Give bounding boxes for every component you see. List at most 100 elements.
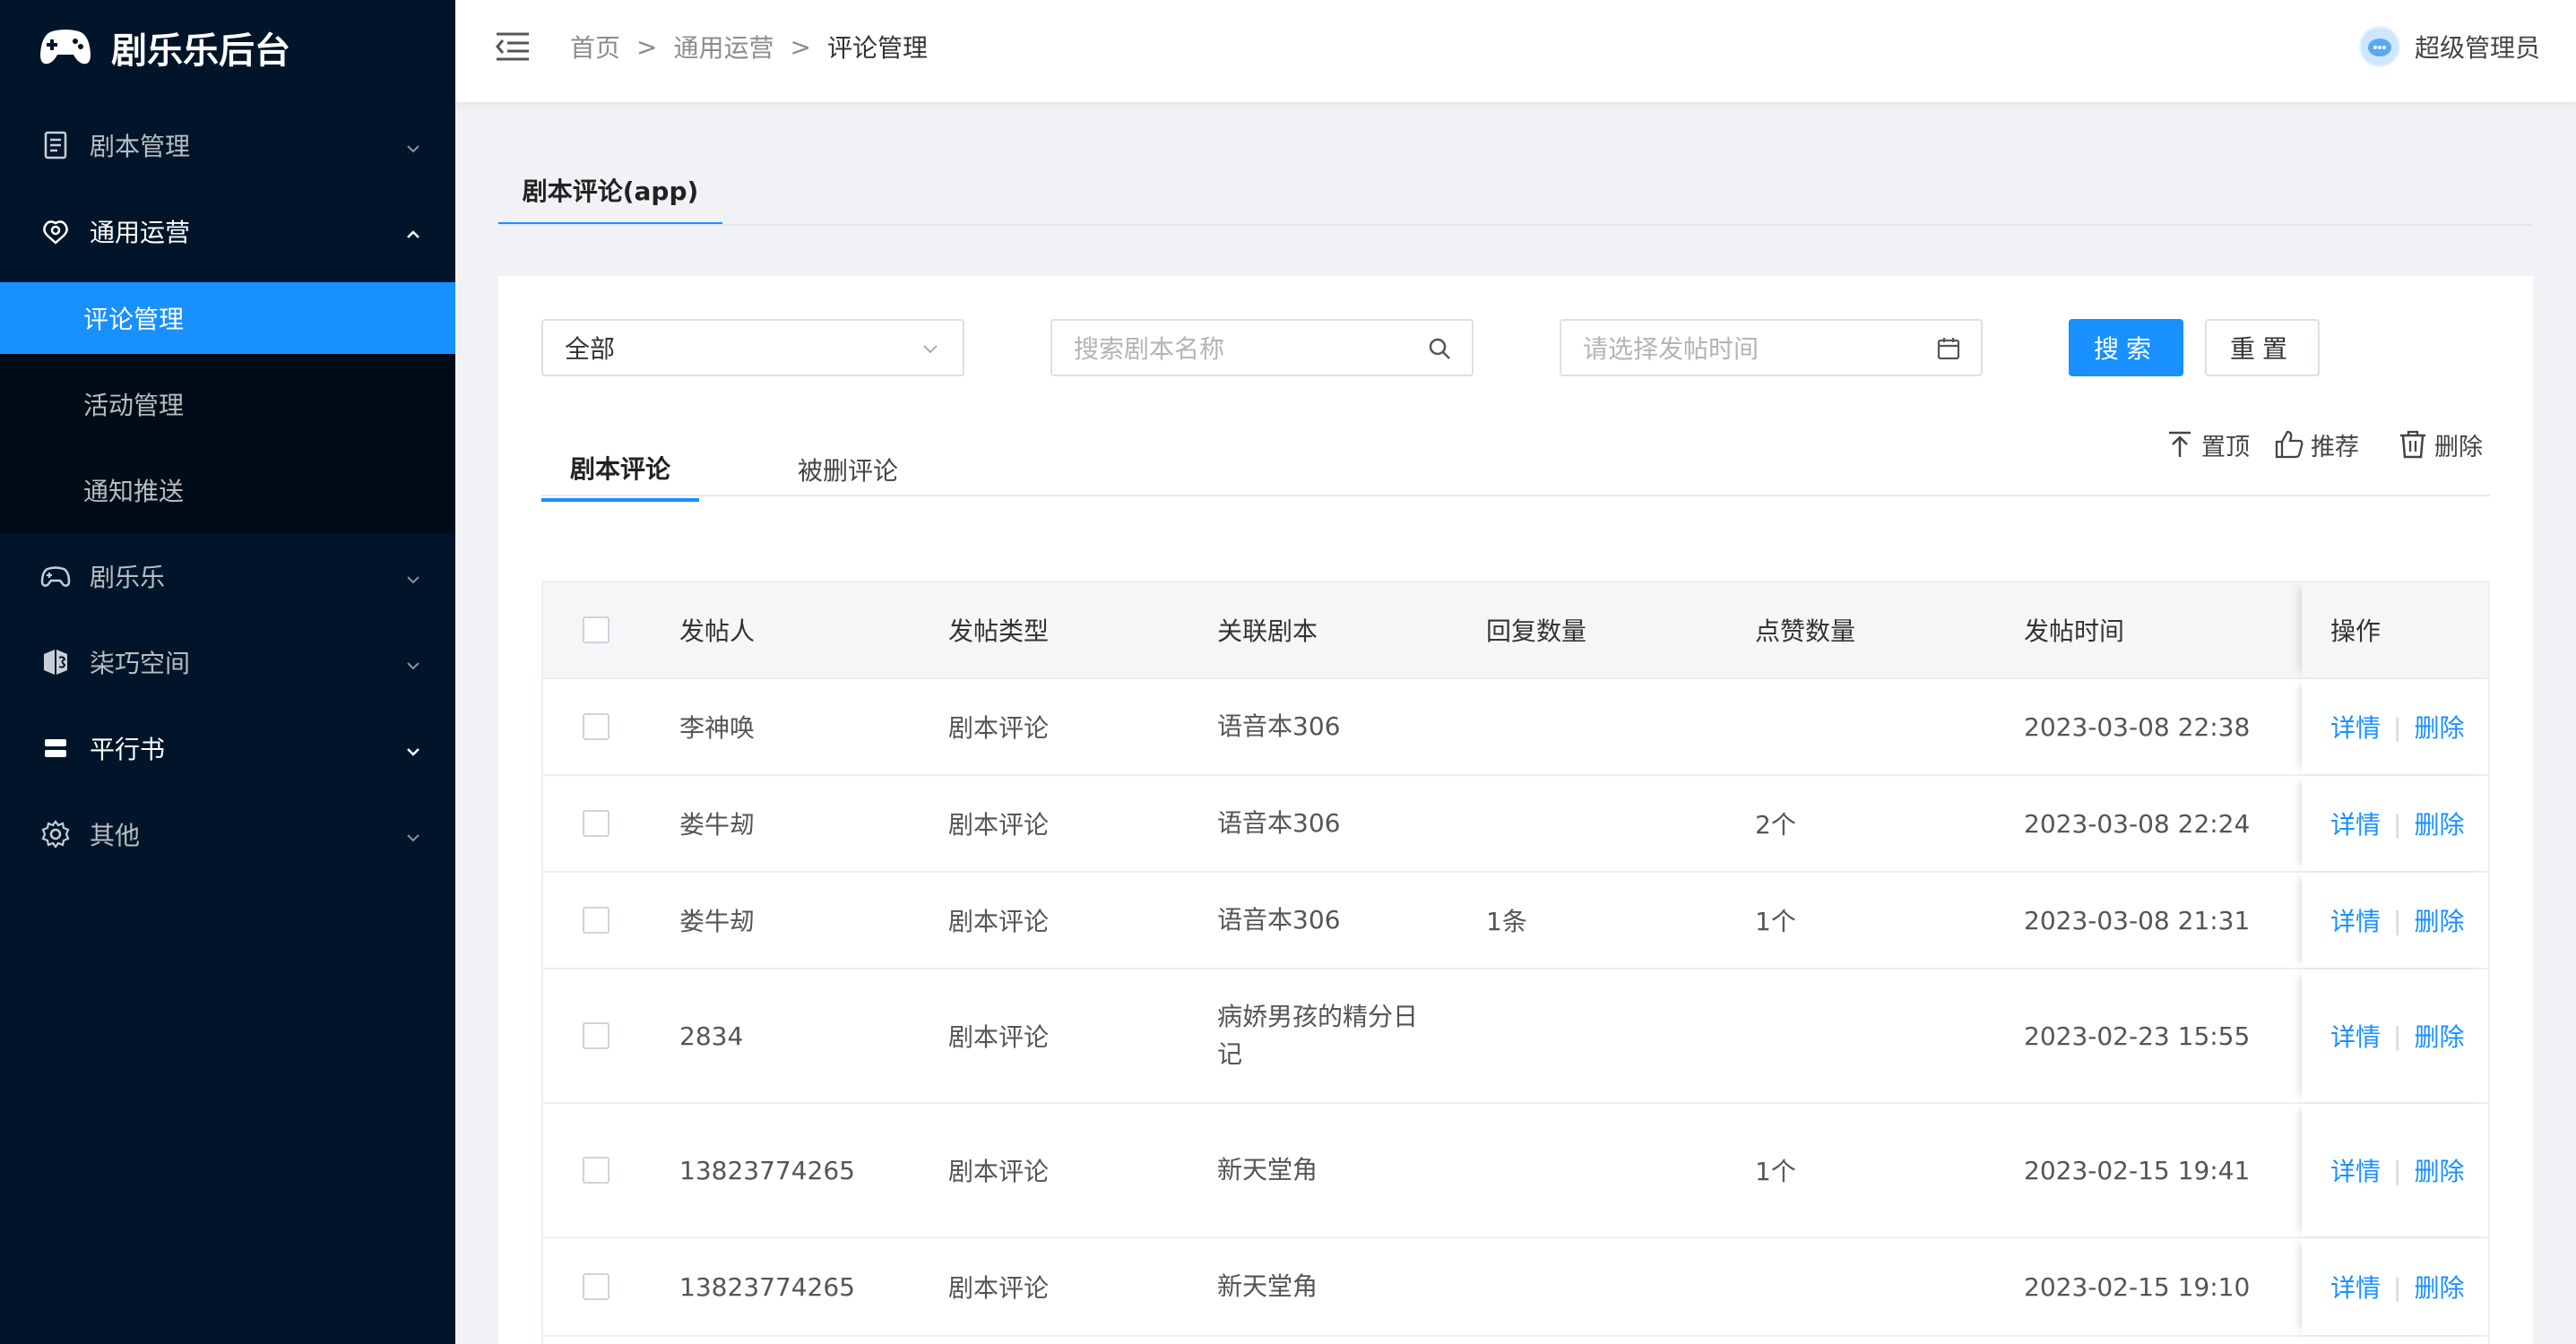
search-placeholder: 搜索剧本名称: [1074, 334, 1225, 364]
delete-link[interactable]: 删除: [2414, 709, 2464, 745]
breadcrumb-home[interactable]: 首页: [570, 29, 620, 65]
sidebar-subitem-activity-management[interactable]: 活动管理: [0, 368, 455, 440]
sidebar-item-parallel-book[interactable]: 平行书: [0, 705, 455, 791]
sidebar-item-qiqiao-space[interactable]: 柒巧空间: [0, 619, 455, 705]
user-menu[interactable]: 超级管理员: [2358, 25, 2540, 68]
cell-post-type: 剧本评论: [948, 873, 1049, 968]
sidebar-item-label: 柒巧空间: [90, 649, 191, 678]
cell-poster: 13823774265: [679, 1238, 855, 1335]
row-checkbox[interactable]: [583, 810, 609, 837]
cell-poster-text: 13823774265: [679, 1271, 855, 1302]
cell-post-time-text: 2023-02-15 19:41: [2024, 1155, 2251, 1185]
row-checkbox[interactable]: [583, 713, 609, 740]
cell-post-type-text: 剧本评论: [948, 1273, 1050, 1303]
detail-link[interactable]: 详情: [2330, 1269, 2381, 1305]
cell-like-count: 1个: [1755, 873, 1796, 968]
delete-link[interactable]: 删除: [2414, 806, 2464, 841]
operations-cell: 详情 | 删除: [2302, 679, 2488, 774]
cell-post-type-text: 剧本评论: [948, 1157, 1050, 1186]
page-tab-divider: [498, 224, 2533, 226]
cell-post-type: 剧本评论: [948, 776, 1049, 871]
sidebar-item-label: 剧乐乐: [90, 563, 166, 592]
reset-button[interactable]: 重置: [2205, 319, 2320, 376]
cell-reply-count: 1条: [1486, 873, 1527, 968]
detail-link[interactable]: 详情: [2330, 1018, 2381, 1054]
sidebar-item-label: 平行书: [90, 735, 166, 764]
delete-link[interactable]: 删除: [2414, 1018, 2464, 1054]
calendar-icon: [1937, 338, 1960, 360]
delete-link[interactable]: 删除: [2414, 1152, 2464, 1188]
cell-post-type-text: 剧本评论: [948, 907, 1050, 936]
sidebar-item-general-operations[interactable]: 通用运营: [0, 188, 455, 274]
document-list-icon: [39, 129, 72, 161]
chevron-down-icon: [403, 738, 423, 758]
gamepad-logo-icon: [40, 30, 91, 65]
cell-like-count-text: 1个: [1755, 1157, 1796, 1186]
sidebar-item-script-management[interactable]: 剧本管理: [0, 102, 455, 188]
row-actions: 详情 | 删除: [2330, 1238, 2464, 1335]
column-header-poster: 发帖人: [679, 616, 756, 646]
search-button[interactable]: 搜索: [2069, 319, 2183, 376]
table-row: 娄牛刼 剧本评论 语音本306 1条 1个 2023-03-08 21:31 详情 | 删除: [543, 873, 2488, 969]
comments-table: 发帖人 发帖类型 关联剧本 回复数量 点赞数量 发帖时间 操作 李神唤 剧本评论语…: [541, 581, 2490, 1344]
sidebar-item-other[interactable]: 其他: [0, 791, 455, 877]
pin-top-icon: [2169, 431, 2191, 457]
sidebar-item-label: 通用运营: [90, 218, 191, 247]
cube-icon: [39, 646, 72, 678]
detail-link[interactable]: 详情: [2330, 902, 2381, 938]
logo[interactable]: 剧乐乐后台: [0, 0, 455, 95]
cell-poster: 娄牛刼: [679, 873, 755, 968]
thumbs-up-icon: [2275, 430, 2304, 459]
cell-reply-count-text: 1条: [1486, 907, 1527, 936]
operations-cell: 详情 | 删除: [2302, 873, 2488, 968]
sidebar-item-julele[interactable]: 剧乐乐: [0, 533, 455, 619]
post-date-picker[interactable]: 请选择发帖时间: [1560, 319, 1983, 376]
cell-linked-script: 语音本306: [1217, 679, 1432, 774]
operations-cell: 详情 | 删除: [2302, 1238, 2488, 1335]
table-row: 13823774265 剧本评论 新天堂角 1个 2023-02-15 19:41 详情 |…: [543, 1104, 2488, 1238]
breadcrumb-separator: >: [636, 31, 658, 62]
page-tab-script-comments[interactable]: 剧本评论(app): [498, 158, 722, 226]
chat-bubble-icon: [2360, 28, 2399, 65]
delete-link[interactable]: 删除: [2414, 902, 2464, 938]
select-all-checkbox[interactable]: [583, 616, 609, 643]
script-search-input[interactable]: 搜索剧本名称: [1050, 319, 1474, 376]
sidebar: 剧乐乐后台 剧本管理 通用运营 评论管理 活动管理 通知推送 剧乐乐 柒巧空间: [0, 0, 455, 1344]
header: 首页 > 通用运营 > 评论管理 超级管理员: [455, 0, 2576, 102]
cell-like-count: 1个: [1755, 1104, 1796, 1236]
delete-link[interactable]: 删除: [2414, 1269, 2464, 1305]
row-checkbox[interactable]: [583, 907, 609, 934]
chevron-down-icon: [403, 566, 423, 586]
menu-fold-icon[interactable]: [495, 30, 531, 63]
cell-poster: 娄牛刼: [679, 776, 755, 871]
row-actions: 详情 | 删除: [2330, 776, 2464, 871]
tab-deleted-comments[interactable]: 被删评论: [774, 437, 921, 502]
tab-script-comments[interactable]: 剧本评论: [541, 437, 699, 502]
search-icon[interactable]: [1427, 336, 1452, 361]
operations-cell: 详情 | 删除: [2302, 1104, 2488, 1236]
chevron-down-icon: [923, 345, 938, 354]
row-checkbox[interactable]: [583, 1273, 609, 1300]
detail-link[interactable]: 详情: [2330, 1152, 2381, 1188]
cell-poster-text: 娄牛刼: [679, 810, 756, 840]
type-select[interactable]: 全部: [541, 319, 964, 376]
detail-link[interactable]: 详情: [2330, 709, 2381, 745]
breadcrumb-general-operations[interactable]: 通用运营: [673, 29, 774, 65]
cell-linked-script-text: 语音本306: [1217, 905, 1341, 935]
row-actions: 详情 | 删除: [2330, 679, 2464, 774]
recommend-button[interactable]: 推荐: [2273, 423, 2359, 466]
breadcrumb-current: 评论管理: [826, 33, 928, 63]
cell-poster: 13823774265: [679, 1104, 855, 1236]
cell-post-time-text: 2023-03-08 22:24: [2024, 808, 2251, 839]
cell-post-time: 2023-03-08 21:31: [2024, 873, 2250, 968]
sidebar-subitem-comment-management[interactable]: 评论管理: [0, 282, 455, 354]
sidebar-subitem-notification-push[interactable]: 通知推送: [0, 454, 455, 526]
delete-button[interactable]: 删除: [2397, 423, 2483, 466]
row-checkbox[interactable]: [583, 1157, 609, 1184]
detail-link[interactable]: 详情: [2330, 806, 2381, 841]
trash-icon: [2400, 430, 2425, 459]
table-row: 娄牛刼 剧本评论 语音本306 2个 2023-03-08 22:24 详情 | 删除: [543, 776, 2488, 873]
row-checkbox[interactable]: [583, 1022, 609, 1049]
column-header-post-time: 发帖时间: [2024, 616, 2125, 646]
pin-button[interactable]: 置顶: [2164, 423, 2250, 466]
